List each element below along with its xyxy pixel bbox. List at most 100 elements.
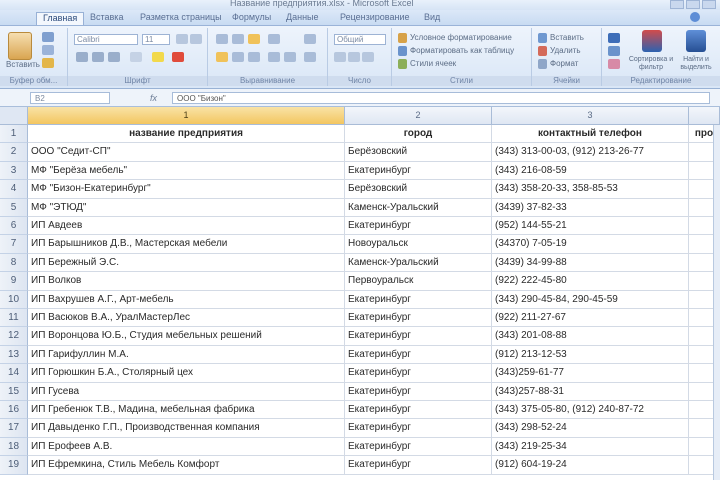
row-header[interactable]: 1	[0, 125, 28, 144]
merge-center-icon[interactable]	[304, 52, 316, 62]
cell-company[interactable]: ИП Васюков В.А., УралМастерЛес	[28, 309, 345, 328]
cell-company[interactable]: ИП Гарифуллин М.А.	[28, 345, 345, 365]
cell-company[interactable]: ИП Ерофеев А.В.	[28, 437, 345, 457]
cell-city[interactable]: Берёзовский	[345, 143, 492, 162]
clear-icon[interactable]	[608, 59, 620, 69]
currency-icon[interactable]	[334, 52, 346, 62]
fill-color-icon[interactable]	[152, 52, 164, 62]
cell-city[interactable]: Екатеринбург	[345, 364, 492, 383]
wrap-text-icon[interactable]	[304, 34, 316, 44]
tab-insert[interactable]: Вставка	[90, 12, 123, 25]
row-header[interactable]: 19	[0, 456, 28, 475]
align-bottom-icon[interactable]	[248, 34, 260, 44]
tab-view[interactable]: Вид	[424, 12, 440, 25]
cell-city[interactable]: Екатеринбург	[345, 217, 492, 236]
format-table-button[interactable]: Форматировать как таблицу	[410, 46, 514, 55]
row-header[interactable]: 16	[0, 401, 28, 420]
sum-icon[interactable]	[608, 33, 620, 43]
increase-indent-icon[interactable]	[284, 52, 296, 62]
row-header[interactable]: 17	[0, 419, 28, 438]
cell-city[interactable]: Екатеринбург	[345, 456, 492, 475]
cell-city[interactable]: Екатеринбург	[345, 419, 492, 438]
cell-city[interactable]: Екатеринбург	[345, 345, 492, 365]
cell-company[interactable]: МФ "Берёза мебель"	[28, 161, 345, 181]
cell-company[interactable]: ИП Горюшкин Б.А., Столярный цех	[28, 364, 345, 383]
cell-phone[interactable]: (343) 201-08-88	[492, 327, 689, 346]
tab-data[interactable]: Данные	[286, 12, 319, 25]
cut-icon[interactable]	[42, 32, 54, 42]
cell-phone[interactable]: (343)257-88-31	[492, 382, 689, 401]
cell-company[interactable]: ИП Вахрушев А.Г., Арт-мебель	[28, 290, 345, 309]
font-size-select[interactable]: 11	[142, 34, 170, 45]
fx-icon[interactable]: fx	[150, 92, 168, 104]
align-center-icon[interactable]	[232, 52, 244, 62]
row-header[interactable]: 6	[0, 217, 28, 236]
underline-icon[interactable]	[108, 52, 120, 62]
font-color-icon[interactable]	[172, 52, 184, 62]
delete-cells-button[interactable]: Удалить	[550, 46, 581, 55]
orientation-icon[interactable]	[268, 34, 280, 44]
tab-home[interactable]: Главная	[36, 12, 85, 25]
paste-icon[interactable]	[8, 32, 32, 60]
cell-city[interactable]: Каменск-Уральский	[345, 253, 492, 273]
cell-phone[interactable]: (922) 211-27-67	[492, 309, 689, 328]
row-header[interactable]: 18	[0, 437, 28, 457]
cell-city[interactable]: Берёзовский	[345, 180, 492, 199]
cell-city[interactable]: Екатеринбург	[345, 437, 492, 457]
align-left-icon[interactable]	[216, 52, 228, 62]
format-cells-button[interactable]: Формат	[550, 59, 578, 68]
borders-icon[interactable]	[130, 52, 142, 62]
bold-icon[interactable]	[76, 52, 88, 62]
column-header-4[interactable]	[689, 107, 720, 125]
tab-review[interactable]: Рецензирование	[340, 12, 410, 25]
column-title[interactable]: название предприятия	[28, 125, 345, 144]
cell-company[interactable]: ООО "Седит-СП"	[28, 143, 345, 162]
row-header[interactable]: 10	[0, 290, 28, 309]
cell-phone[interactable]: (912) 213-12-53	[492, 345, 689, 365]
align-top-icon[interactable]	[216, 34, 228, 44]
cell-company[interactable]: ИП Давыденко Г.П., Производственная комп…	[28, 419, 345, 438]
vertical-scrollbar[interactable]	[713, 125, 720, 480]
tab-formulas[interactable]: Формулы	[232, 12, 271, 25]
conditional-format-button[interactable]: Условное форматирование	[410, 33, 512, 42]
cell-city[interactable]: Екатеринбург	[345, 290, 492, 309]
sort-filter-icon[interactable]	[642, 30, 662, 52]
cell-company[interactable]: ИП Барышников Д.В., Мастерская мебели	[28, 235, 345, 254]
comma-style-icon[interactable]	[362, 52, 374, 62]
cell-styles-button[interactable]: Стили ячеек	[410, 59, 456, 68]
row-header[interactable]: 13	[0, 345, 28, 365]
row-header[interactable]: 11	[0, 309, 28, 328]
row-header[interactable]: 15	[0, 382, 28, 401]
decrease-indent-icon[interactable]	[268, 52, 280, 62]
font-name-select[interactable]: Calibri	[74, 34, 138, 45]
tab-page-layout[interactable]: Разметка страницы	[140, 12, 222, 25]
insert-cells-button[interactable]: Вставить	[550, 33, 584, 42]
copy-icon[interactable]	[42, 45, 54, 55]
row-header[interactable]: 9	[0, 272, 28, 291]
cell-company[interactable]: ИП Гусева	[28, 382, 345, 401]
cell-city[interactable]: Каменск-Уральский	[345, 198, 492, 217]
column-header-1[interactable]: 1	[28, 107, 345, 125]
grow-font-icon[interactable]	[176, 34, 188, 44]
name-box[interactable]: B2	[30, 92, 110, 104]
cell-city[interactable]: Екатеринбург	[345, 161, 492, 181]
cell-company[interactable]: МФ "Бизон-Екатеринбург"	[28, 180, 345, 199]
row-header[interactable]: 2	[0, 143, 28, 162]
percent-icon[interactable]	[348, 52, 360, 62]
row-header[interactable]: 5	[0, 198, 28, 217]
cell-city[interactable]: Екатеринбург	[345, 401, 492, 420]
cell-phone[interactable]: (343) 298-52-24	[492, 419, 689, 438]
cell-company[interactable]: ИП Воронцова Ю.Б., Студия мебельных реше…	[28, 327, 345, 346]
cell-phone[interactable]: (3439) 37-82-33	[492, 198, 689, 217]
cell-phone[interactable]: (343) 375-05-80, (912) 240-87-72	[492, 401, 689, 420]
cell-phone[interactable]: (343) 313-00-03, (912) 213-26-77	[492, 143, 689, 162]
row-header[interactable]: 14	[0, 364, 28, 383]
cell-city[interactable]: Екатеринбург	[345, 382, 492, 401]
column-header-2[interactable]: 2	[345, 107, 492, 125]
maximize-button[interactable]	[686, 0, 700, 9]
cell-phone[interactable]: (3439) 34-99-88	[492, 253, 689, 273]
close-button[interactable]	[702, 0, 716, 9]
select-all-corner[interactable]	[0, 107, 28, 125]
minimize-button[interactable]	[670, 0, 684, 9]
column-title[interactable]: город	[345, 125, 492, 144]
